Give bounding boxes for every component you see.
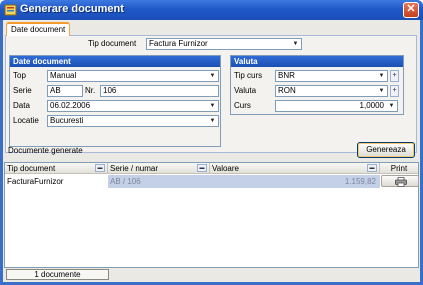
status-bar: 1 documente [4,269,419,281]
date-document-header: Date document [10,56,220,67]
column-tip-document-label: Tip document [7,164,56,173]
documente-generate-label: Documente generate [8,146,83,155]
valuta-group: Valuta Tip curs BNR ▼ + Valuta RON ▼ + C… [230,55,404,115]
chevron-down-icon[interactable]: ▼ [207,116,218,126]
curs-input[interactable]: 1,0000 ▼ [275,100,398,112]
column-print[interactable]: Print [380,163,418,174]
table-row[interactable]: FacturaFurnizor AB / 106 1.159,82 [5,175,419,188]
documents-grid: Tip document ▬ Serie / numar ▬ Valoare ▬… [4,162,419,268]
data-label: Data [13,101,30,110]
document-count: 1 documente [6,269,109,280]
valuta-value: RON [278,86,296,95]
dialog-body: Tip document Factura Furnizor ▼ Date doc… [3,20,420,282]
chevron-down-icon[interactable]: ▼ [290,39,301,49]
valuta-combo[interactable]: RON ▼ [275,85,388,97]
nr-label: Nr. [85,86,96,95]
cell-valoare: 1.159,82 [210,175,380,188]
serie-label: Serie [13,86,32,95]
nr-value: 106 [103,86,117,95]
nr-input[interactable]: 106 [100,85,219,97]
filter-dropdown-icon[interactable]: ▬ [197,164,207,172]
cell-tip-document: FacturaFurnizor [5,175,108,188]
tip-curs-combo[interactable]: BNR ▼ [275,70,388,82]
column-tip-document[interactable]: Tip document ▬ [5,163,108,174]
date-document-group: Date document Top Manual ▼ Serie AB Nr. … [9,55,221,147]
data-combo[interactable]: 06.02.2006 ▼ [47,100,219,112]
chevron-down-icon[interactable]: ▼ [376,71,387,81]
chevron-down-icon[interactable]: ▼ [386,101,397,111]
tab-panel: Tip document Factura Furnizor ▼ Date doc… [5,35,417,153]
column-valoare-label: Valoare [212,164,239,173]
genereaza-button[interactable]: Genereaza [357,142,415,158]
tip-curs-value: BNR [278,71,295,80]
print-button[interactable] [381,175,419,187]
tip-document-value: Factura Furnizor [149,39,208,48]
plus-icon: + [392,87,397,94]
top-label: Top [13,71,26,80]
valuta-label: Valuta [234,86,257,95]
tip-document-label: Tip document [88,39,137,48]
curs-value: 1,0000 [359,101,384,110]
grid-header: Tip document ▬ Serie / numar ▬ Valoare ▬… [5,163,418,174]
tip-document-combo[interactable]: Factura Furnizor ▼ [146,38,302,50]
close-button[interactable]: ✕ [403,2,419,18]
curs-label: Curs [234,101,251,110]
locatie-value: Bucuresti [50,116,84,125]
top-value: Manual [50,71,77,80]
window: Generare document ✕ Tip document Factura… [0,0,423,285]
top-combo[interactable]: Manual ▼ [47,70,219,82]
serie-value: AB [50,86,61,95]
column-valoare[interactable]: Valoare ▬ [210,163,380,174]
chevron-down-icon[interactable]: ▼ [376,86,387,96]
chevron-down-icon[interactable]: ▼ [207,101,218,111]
tip-curs-label: Tip curs [234,71,263,80]
column-print-label: Print [390,164,408,173]
tip-curs-add-button[interactable]: + [390,70,399,82]
title-bar[interactable]: Generare document ✕ [0,0,423,20]
plus-icon: + [392,72,397,79]
chevron-down-icon[interactable]: ▼ [207,71,218,81]
printer-icon [395,177,407,187]
window-title: Generare document [20,3,124,15]
locatie-label: Locatie [13,116,39,125]
close-icon: ✕ [406,3,416,15]
valuta-header: Valuta [231,56,403,67]
tab-date-document[interactable]: Date document [6,22,71,36]
valuta-add-button[interactable]: + [390,85,399,97]
serie-input[interactable]: AB [47,85,83,97]
column-serie-numar[interactable]: Serie / numar ▬ [108,163,210,174]
app-icon [4,4,17,16]
filter-dropdown-icon[interactable]: ▬ [367,164,377,172]
data-value: 06.02.2006 [50,101,91,110]
column-serie-numar-label: Serie / numar [110,164,159,173]
filter-dropdown-icon[interactable]: ▬ [95,164,105,172]
locatie-combo[interactable]: Bucuresti ▼ [47,115,219,127]
cell-serie-numar: AB / 106 [108,175,210,188]
